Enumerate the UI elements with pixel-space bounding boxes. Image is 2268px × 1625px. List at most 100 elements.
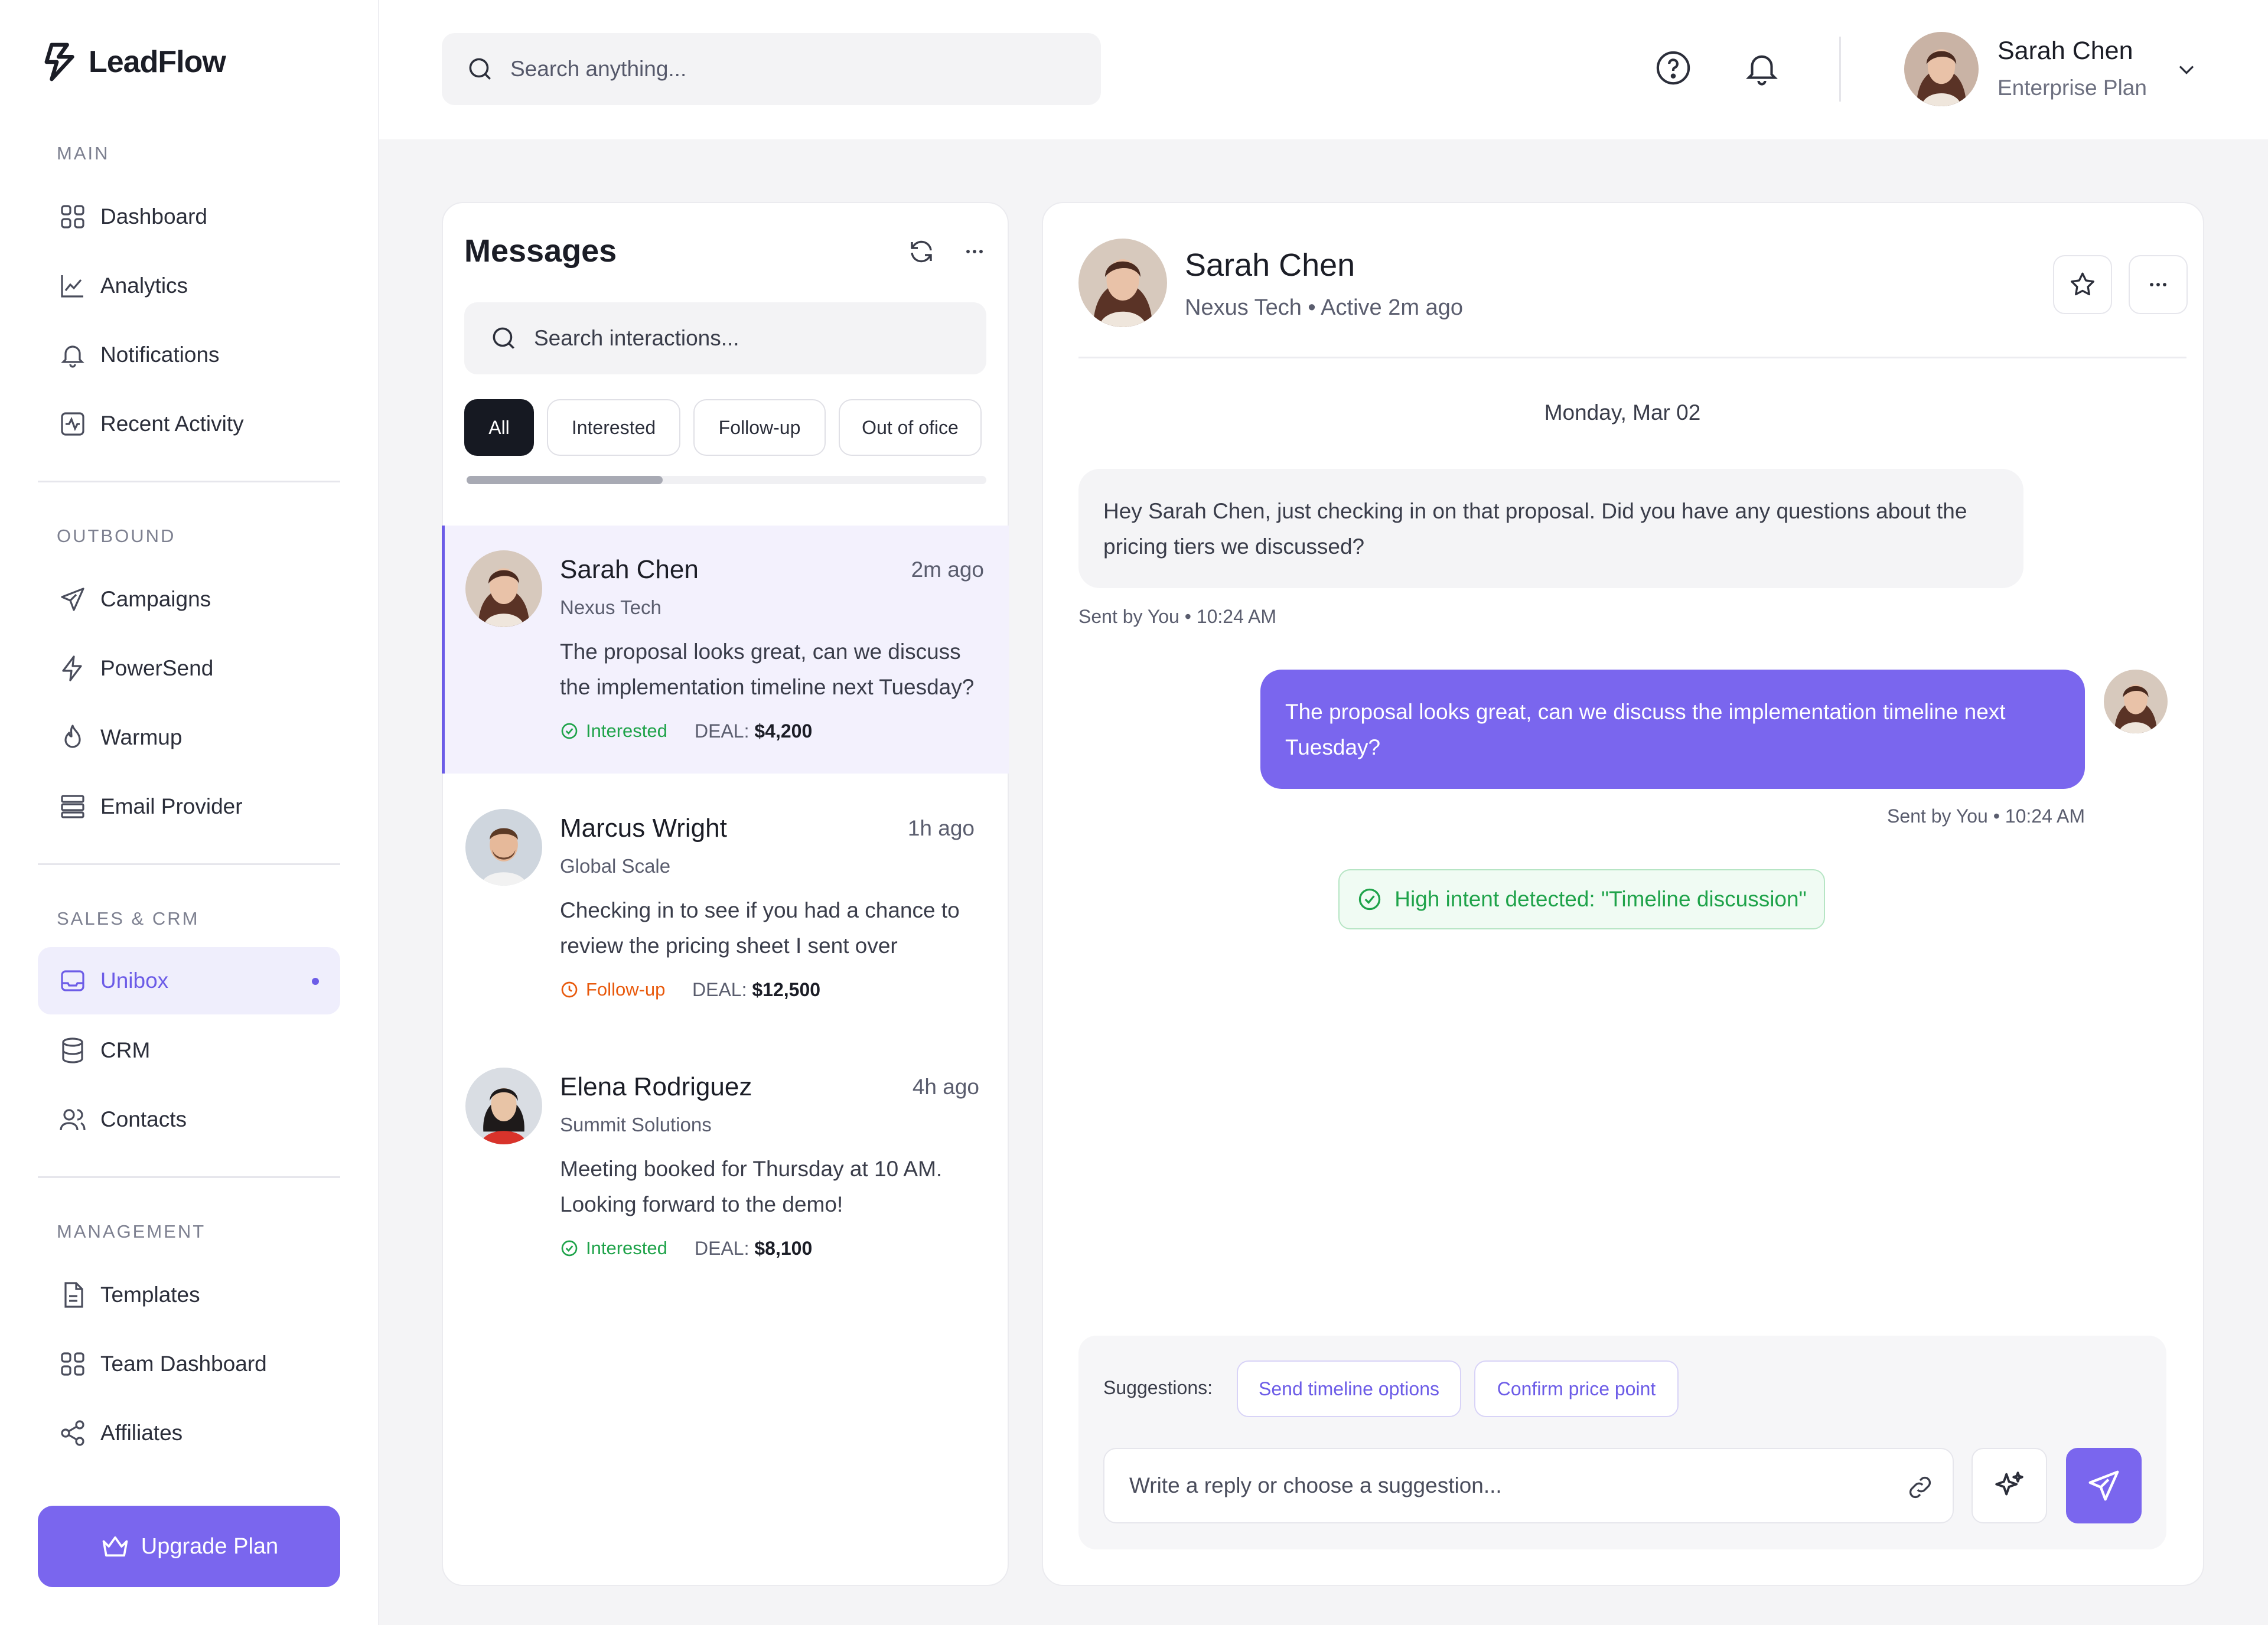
notifications-bell-icon[interactable] xyxy=(1742,48,1781,87)
incoming-message-bubble: Hey Sarah Chen, just checking in on that… xyxy=(1078,469,2023,588)
sidebar-item-templates[interactable]: Templates xyxy=(38,1261,340,1329)
sidebar-item-recent-activity[interactable]: Recent Activity xyxy=(38,390,340,458)
sidebar-item-unibox[interactable]: Unibox xyxy=(38,947,340,1014)
contact-avatar xyxy=(1078,239,1167,327)
active-indicator-dot xyxy=(312,978,319,985)
sidebar-item-email-provider[interactable]: Email Provider xyxy=(38,773,340,840)
conversation-header-divider xyxy=(1078,357,2186,358)
sidebar-item-dashboard[interactable]: Dashboard xyxy=(38,183,340,250)
suggestions-label: Suggestions: xyxy=(1103,1377,1213,1398)
message-sender-name: Marcus Wright xyxy=(560,814,727,843)
check-circle-icon xyxy=(560,1239,579,1258)
status-badge: Interested xyxy=(560,1238,667,1259)
suggestion-chip-price[interactable]: Confirm price point xyxy=(1474,1360,1679,1417)
sidebar-item-label: Team Dashboard xyxy=(100,1352,267,1376)
user-avatar[interactable] xyxy=(1904,32,1979,106)
sidebar-item-affiliates[interactable]: Affiliates xyxy=(38,1399,340,1467)
deal-label: DEAL: xyxy=(695,720,750,742)
sidebar-item-label: Warmup xyxy=(100,725,183,749)
crown-icon xyxy=(100,1531,131,1562)
filter-scrollbar-track[interactable] xyxy=(467,476,986,484)
help-icon[interactable] xyxy=(1654,48,1693,87)
inbox-icon xyxy=(57,965,89,997)
filter-chip-all[interactable]: All xyxy=(464,399,534,456)
sidebar-item-powersend[interactable]: PowerSend xyxy=(38,635,340,702)
status-badge: Follow-up xyxy=(560,979,665,1000)
file-icon xyxy=(57,1279,89,1311)
section-title-main: MAIN xyxy=(57,143,110,164)
incoming-message-meta: Sent by You • 10:24 AM xyxy=(1078,606,1277,627)
upgrade-plan-button[interactable]: Upgrade Plan xyxy=(38,1506,340,1587)
refresh-icon[interactable] xyxy=(907,237,936,266)
sidebar-item-campaigns[interactable]: Campaigns xyxy=(38,566,340,633)
sidebar-item-contacts[interactable]: Contacts xyxy=(38,1086,340,1153)
deal-amount: $4,200 xyxy=(754,720,813,742)
grid-icon xyxy=(57,201,89,233)
brand-logo[interactable]: LeadFlow xyxy=(41,41,226,83)
favorite-star-button[interactable] xyxy=(2053,255,2112,314)
ai-assist-button[interactable] xyxy=(1972,1448,2047,1523)
message-sender-name: Elena Rodriguez xyxy=(560,1072,752,1101)
upgrade-plan-label: Upgrade Plan xyxy=(141,1533,279,1559)
sidebar-divider xyxy=(38,1176,340,1178)
sidebar: LeadFlow MAIN Dashboard Analytics Notifi… xyxy=(0,0,379,1625)
search-icon xyxy=(465,54,495,84)
section-title-sales-crm: SALES & CRM xyxy=(57,908,200,929)
lightning-icon xyxy=(57,652,89,684)
filter-chip-interested[interactable]: Interested xyxy=(547,399,680,456)
sidebar-item-team-dashboard[interactable]: Team Dashboard xyxy=(38,1330,340,1398)
brand-name: LeadFlow xyxy=(89,45,226,79)
contact-avatar xyxy=(465,550,542,627)
message-time: 1h ago xyxy=(907,816,975,840)
sidebar-item-label: Unibox xyxy=(100,968,169,993)
lightning-logo-icon xyxy=(41,41,83,83)
attachment-link-icon[interactable] xyxy=(1905,1473,1935,1502)
sidebar-item-analytics[interactable]: Analytics xyxy=(38,252,340,319)
sidebar-item-label: Recent Activity xyxy=(100,412,244,436)
sidebar-item-label: Notifications xyxy=(100,342,220,367)
deal-value: DEAL: $4,200 xyxy=(695,720,812,742)
filter-chip-follow-up[interactable]: Follow-up xyxy=(693,399,826,456)
reply-input[interactable]: Write a reply or choose a suggestion... xyxy=(1103,1448,1954,1523)
sidebar-item-label: Analytics xyxy=(100,273,188,298)
sidebar-divider xyxy=(38,863,340,865)
users-icon xyxy=(57,1104,89,1135)
sidebar-item-label: Dashboard xyxy=(100,204,208,229)
sidebar-item-label: CRM xyxy=(100,1038,151,1062)
suggestion-chip-timeline[interactable]: Send timeline options xyxy=(1237,1360,1461,1417)
check-circle-icon xyxy=(1357,886,1383,912)
send-button[interactable] xyxy=(2066,1448,2142,1523)
user-plan: Enterprise Plan xyxy=(1997,76,2147,100)
conversation-contact-name: Sarah Chen xyxy=(1185,247,1355,283)
intent-text: High intent detected: "Timeline discussi… xyxy=(1394,887,1807,911)
sidebar-item-label: PowerSend xyxy=(100,656,214,680)
intent-detected-badge: High intent detected: "Timeline discussi… xyxy=(1338,869,1825,929)
more-options-icon[interactable] xyxy=(962,239,988,265)
message-snippet: Checking in to see if you had a chance t… xyxy=(560,898,960,958)
global-search-input[interactable]: Search anything... xyxy=(442,33,1101,105)
chevron-down-icon[interactable] xyxy=(2174,57,2199,83)
message-sender-name: Sarah Chen xyxy=(560,555,699,584)
send-icon xyxy=(57,583,89,615)
reply-placeholder: Write a reply or choose a suggestion... xyxy=(1129,1473,1502,1497)
conversation-more-button[interactable] xyxy=(2129,255,2188,314)
grid-icon xyxy=(57,1348,89,1380)
message-company: Summit Solutions xyxy=(560,1114,712,1135)
outgoing-message-meta: Sent by You • 10:24 AM xyxy=(1886,805,2085,827)
filter-scrollbar-thumb[interactable] xyxy=(467,476,663,484)
sidebar-item-crm[interactable]: CRM xyxy=(38,1017,340,1084)
sidebar-item-warmup[interactable]: Warmup xyxy=(38,704,340,771)
contact-avatar xyxy=(465,1068,542,1144)
flame-icon xyxy=(57,722,89,753)
deal-label: DEAL: xyxy=(692,979,747,1000)
database-icon xyxy=(57,1035,89,1066)
section-title-outbound: OUTBOUND xyxy=(57,526,176,546)
interactions-search-input[interactable]: Search interactions... xyxy=(464,302,986,374)
sidebar-item-notifications[interactable]: Notifications xyxy=(38,321,340,389)
deal-amount: $12,500 xyxy=(752,979,821,1000)
filter-chip-out-of-office[interactable]: Out of ofice xyxy=(839,399,982,456)
deal-label: DEAL: xyxy=(695,1238,750,1259)
send-icon xyxy=(2085,1467,2122,1504)
sparkles-icon xyxy=(1992,1469,2026,1503)
status-label: Interested xyxy=(586,720,667,741)
